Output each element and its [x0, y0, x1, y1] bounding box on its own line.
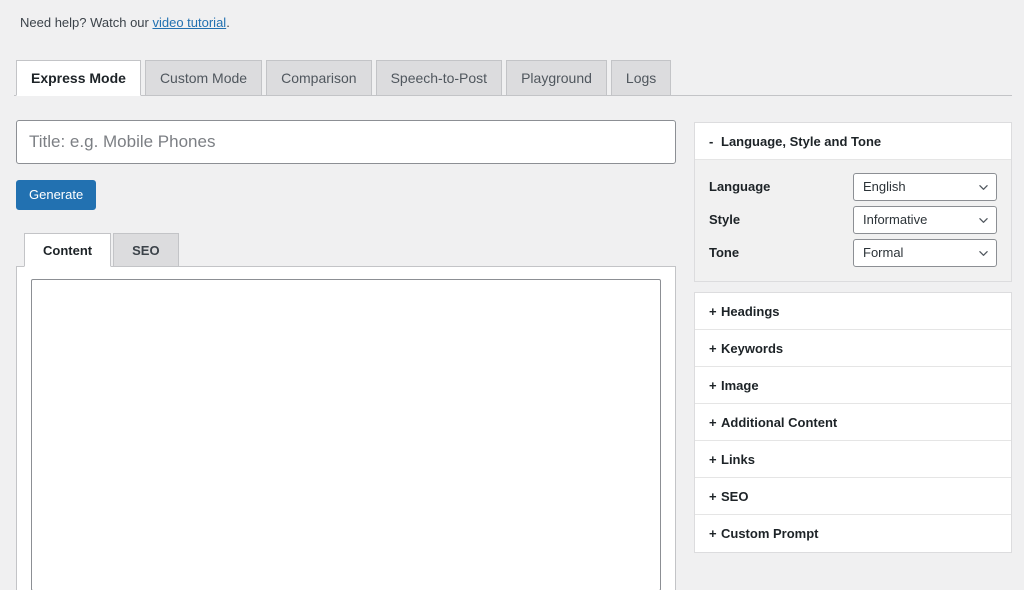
- section-label: Headings: [721, 303, 780, 319]
- expand-plus-icon: +: [709, 303, 717, 319]
- sub-tab-label: Content: [43, 242, 93, 258]
- tab-label: Speech-to-Post: [390, 70, 488, 86]
- help-text-suffix: .: [226, 15, 230, 30]
- label-tone: Tone: [709, 245, 740, 260]
- tab-label: Logs: [625, 70, 657, 86]
- tab-comparison[interactable]: Comparison: [266, 60, 372, 95]
- section-label: Additional Content: [721, 414, 838, 430]
- video-tutorial-link[interactable]: video tutorial: [152, 15, 226, 30]
- select-wrap-tone: Formal: [853, 238, 997, 267]
- tab-label: Comparison: [281, 70, 357, 86]
- expand-plus-icon: +: [709, 340, 717, 356]
- tab-speech-to-post[interactable]: Speech-to-Post: [375, 60, 503, 95]
- section-seo[interactable]: + SEO: [695, 478, 1011, 515]
- section-label: Links: [721, 451, 755, 467]
- tab-express-mode[interactable]: Express Mode: [16, 60, 141, 96]
- select-wrap-style: Informative: [853, 205, 997, 234]
- panel-header-language-style-tone[interactable]: - Language, Style and Tone: [695, 123, 1011, 159]
- section-image[interactable]: + Image: [695, 367, 1011, 404]
- expand-plus-icon: +: [709, 451, 717, 467]
- editor-sub-tabs: Content SEO: [16, 232, 676, 267]
- label-style: Style: [709, 212, 741, 227]
- admin-page: Need help? Watch our video tutorial. Exp…: [0, 0, 1024, 590]
- sub-tab-label: SEO: [132, 242, 160, 258]
- section-label: SEO: [721, 488, 749, 504]
- panel-body-language-style-tone: Language English Style Informative Tone …: [695, 159, 1011, 281]
- field-row-language: Language English: [709, 170, 997, 203]
- style-select[interactable]: Informative: [853, 205, 997, 234]
- section-keywords[interactable]: + Keywords: [695, 330, 1011, 367]
- panel-title: Language, Style and Tone: [721, 133, 882, 149]
- language-select[interactable]: English: [853, 172, 997, 201]
- section-label: Custom Prompt: [721, 526, 819, 541]
- content-panel: [16, 266, 676, 590]
- section-custom-prompt[interactable]: + Custom Prompt: [695, 515, 1011, 552]
- expand-plus-icon: +: [709, 414, 717, 430]
- tab-logs[interactable]: Logs: [610, 60, 672, 95]
- select-wrap-language: English: [853, 172, 997, 201]
- section-headings[interactable]: + Headings: [695, 293, 1011, 330]
- section-label: Image: [721, 377, 759, 393]
- field-row-style: Style Informative: [709, 203, 997, 236]
- editor-column: Generate Content SEO: [16, 120, 676, 590]
- content-textarea[interactable]: [31, 279, 661, 590]
- tab-playground[interactable]: Playground: [506, 60, 607, 95]
- label-language: Language: [709, 179, 771, 194]
- panel-language-style-tone: - Language, Style and Tone Language Engl…: [694, 122, 1012, 282]
- field-row-tone: Tone Formal: [709, 236, 997, 269]
- tab-label: Custom Mode: [159, 70, 248, 86]
- section-additional-content[interactable]: + Additional Content: [695, 404, 1011, 441]
- expand-plus-icon: +: [709, 526, 717, 541]
- sub-tab-content[interactable]: Content: [24, 233, 112, 267]
- settings-sidebar: - Language, Style and Tone Language Engl…: [694, 122, 1012, 553]
- help-text-prefix: Need help? Watch our: [20, 15, 153, 30]
- collapsed-sections-list: + Headings + Keywords + Image + Addition…: [694, 292, 1012, 553]
- tab-custom-mode[interactable]: Custom Mode: [144, 60, 263, 95]
- main-tab-strip: Express Mode Custom Mode Comparison Spee…: [14, 60, 1012, 96]
- title-input[interactable]: [16, 120, 676, 164]
- collapse-minus-icon: -: [709, 133, 714, 149]
- generate-button[interactable]: Generate: [16, 180, 97, 210]
- section-label: Keywords: [721, 340, 784, 356]
- tone-select[interactable]: Formal: [853, 238, 997, 267]
- expand-plus-icon: +: [709, 377, 717, 393]
- tab-label: Express Mode: [31, 70, 126, 86]
- section-links[interactable]: + Links: [695, 441, 1011, 478]
- expand-plus-icon: +: [709, 488, 717, 504]
- help-line: Need help? Watch our video tutorial.: [20, 14, 230, 32]
- sub-tab-seo[interactable]: SEO: [113, 233, 179, 266]
- tab-label: Playground: [521, 70, 592, 86]
